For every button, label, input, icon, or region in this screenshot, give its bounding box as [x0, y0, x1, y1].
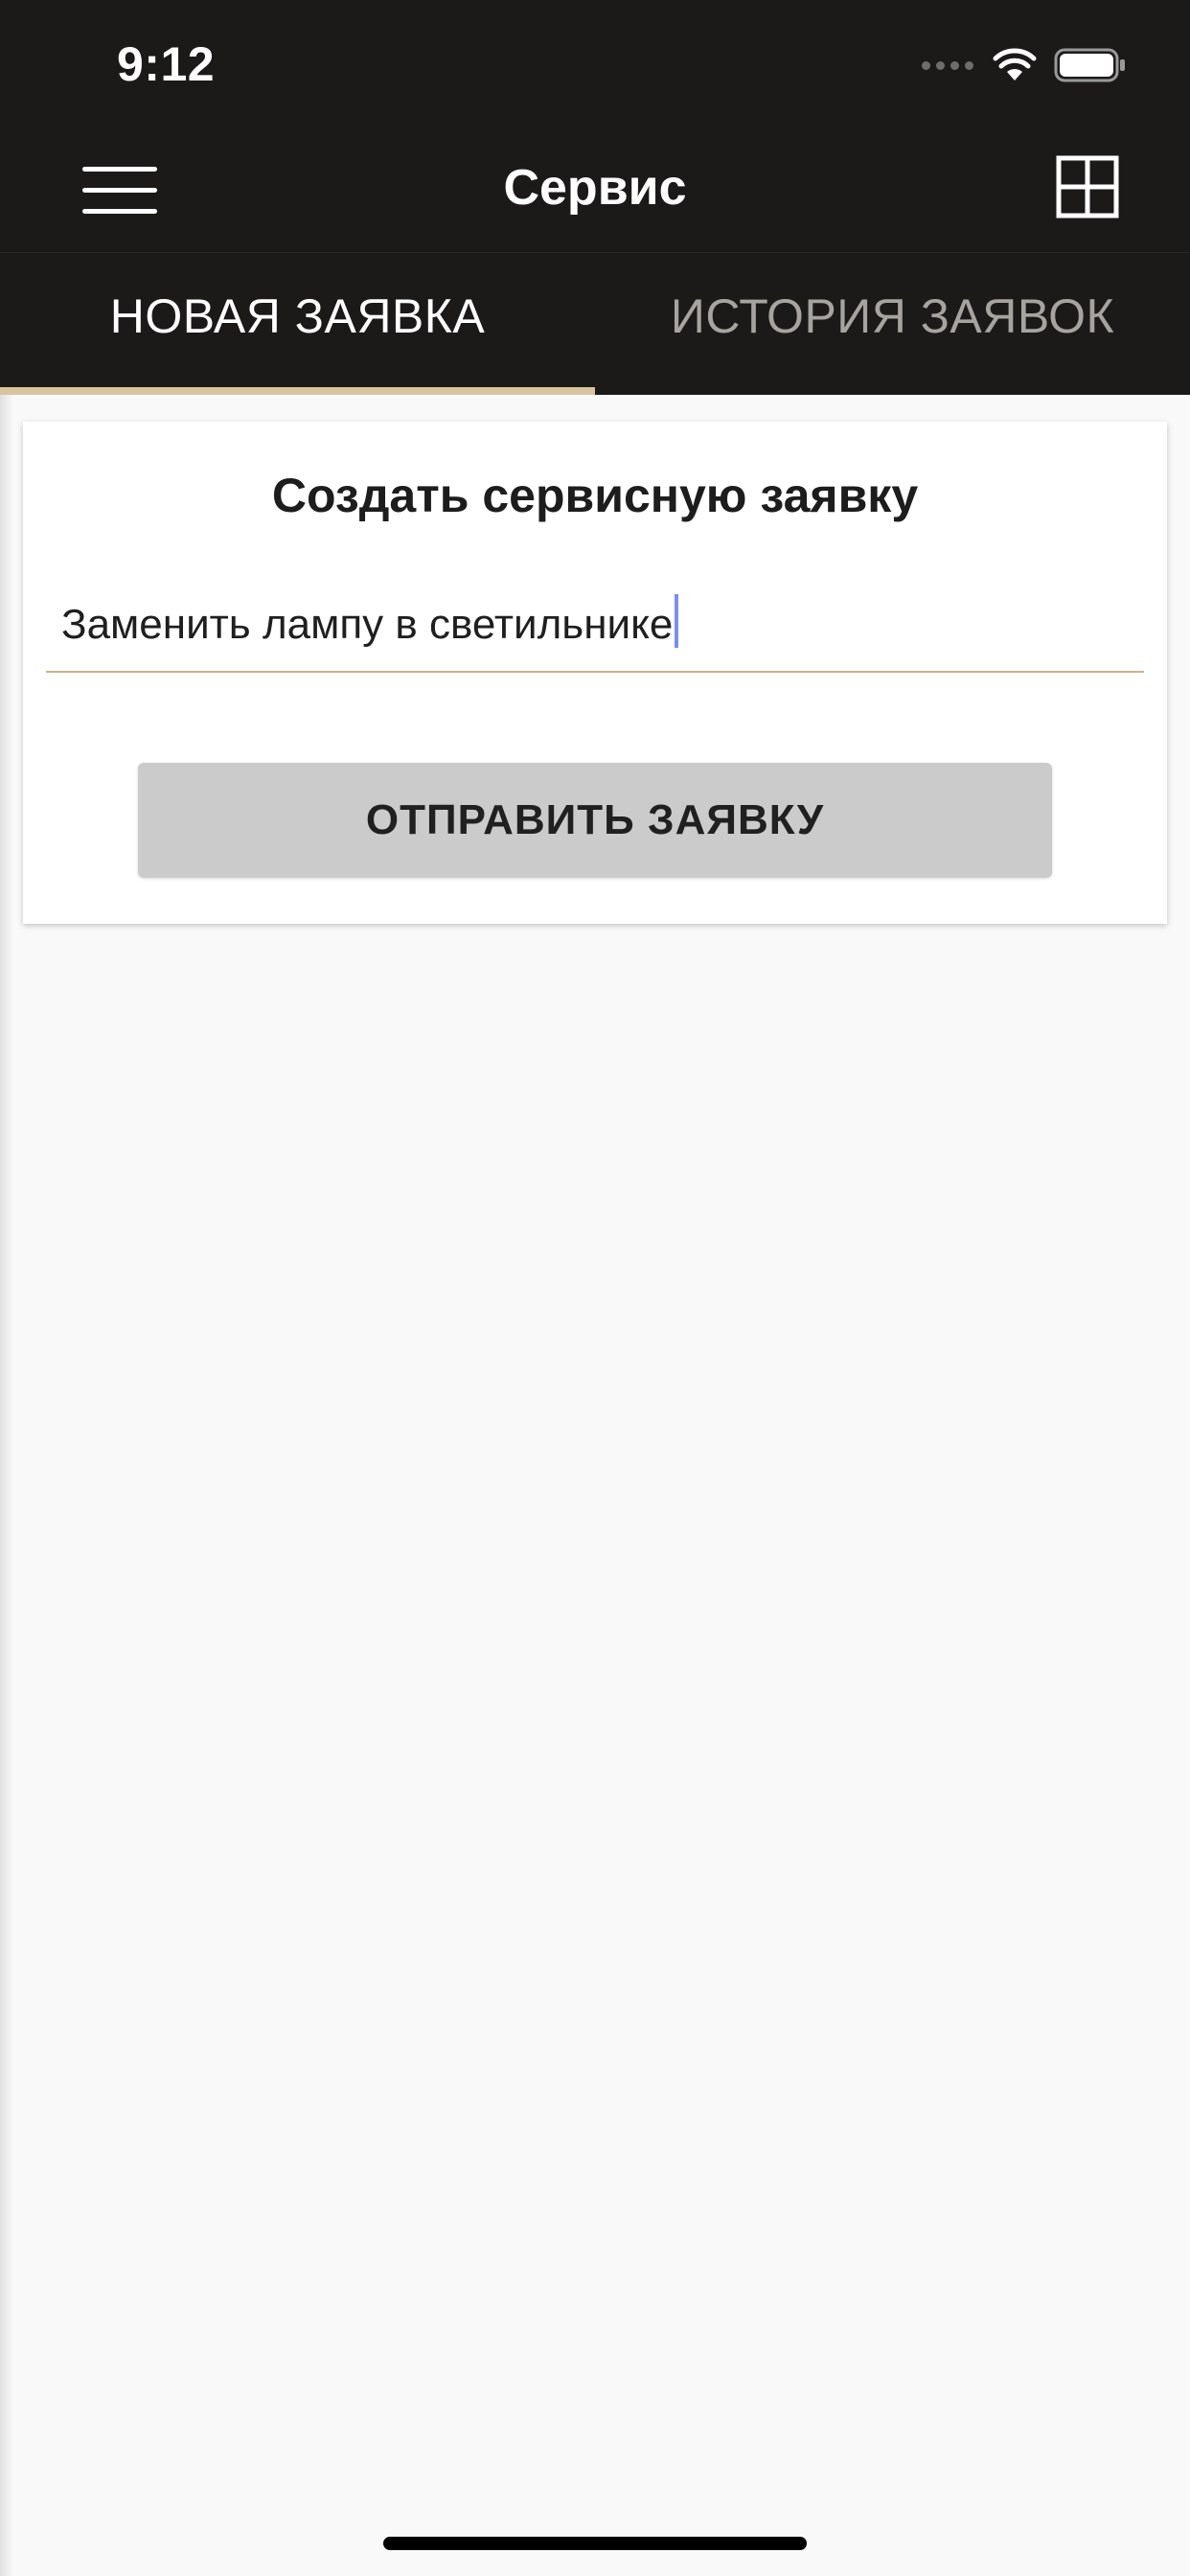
- status-icons: [922, 42, 1127, 88]
- request-description-value: Заменить лампу в светильнике: [61, 601, 674, 648]
- text-cursor: [675, 594, 679, 648]
- submit-request-button[interactable]: ОТПРАВИТЬ ЗАЯВКУ: [138, 763, 1052, 878]
- navigation-bar: Сервис: [0, 126, 1190, 253]
- page-title: Сервис: [503, 160, 687, 216]
- status-time: 9:12: [117, 37, 216, 91]
- tab-request-history[interactable]: ИСТОРИЯ ЗАЯВОК: [595, 253, 1190, 395]
- active-tab-indicator: [0, 387, 595, 395]
- tab-bar: НОВАЯ ЗАЯВКА ИСТОРИЯ ЗАЯВОК: [0, 253, 1190, 395]
- tab-new-request-label: НОВАЯ ЗАЯВКА: [109, 289, 486, 343]
- service-screen: 9:12 Сервис НОВАЯ ЗАЯВКА ИСТОРИЯ ЗАЯВОК …: [0, 0, 1190, 2576]
- cellular-signal-icon: [922, 60, 973, 70]
- grid-icon[interactable]: [1056, 155, 1119, 218]
- battery-icon: [1054, 48, 1125, 82]
- home-indicator[interactable]: [383, 2537, 807, 2550]
- request-description-input[interactable]: Заменить лампу в светильнике: [46, 575, 1144, 673]
- tab-new-request[interactable]: НОВАЯ ЗАЯВКА: [0, 253, 595, 395]
- create-request-card: Создать сервисную заявку Заменить лампу …: [23, 422, 1167, 924]
- wifi-icon: [993, 48, 1037, 80]
- app-header: 9:12 Сервис НОВАЯ ЗАЯВКА ИСТОРИЯ ЗАЯВОК: [0, 0, 1190, 395]
- tab-request-history-label: ИСТОРИЯ ЗАЯВОК: [670, 289, 1115, 343]
- status-bar: 9:12: [0, 0, 1190, 126]
- card-title: Создать сервисную заявку: [271, 469, 919, 522]
